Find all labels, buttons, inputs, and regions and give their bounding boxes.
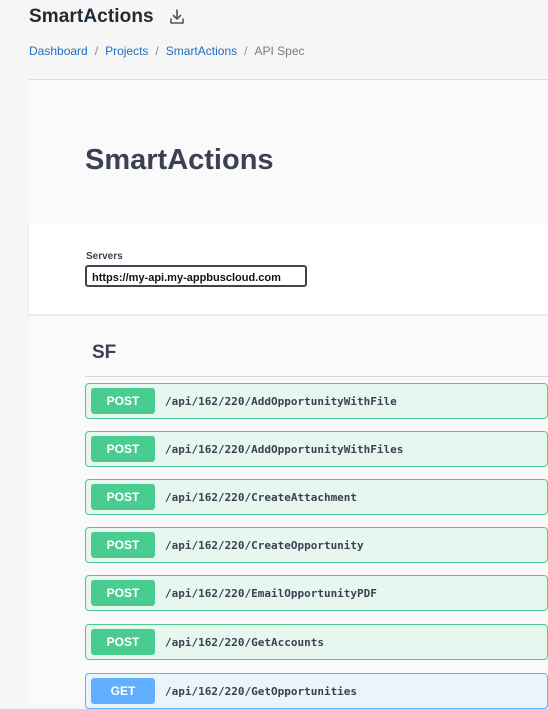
server-select[interactable]: https://my-api.my-appbuscloud.com — [85, 265, 307, 287]
servers-block: Servers https://my-api.my-appbuscloud.co… — [29, 224, 548, 314]
page-title: SmartActions — [29, 6, 154, 27]
operation-path: /api/162/220/AddOpportunityWithFiles — [165, 442, 404, 456]
operation-row[interactable]: GET /api/162/220/GetOpportunities — [85, 673, 548, 709]
operation-row[interactable]: POST /api/162/220/AddOpportunityWithFile… — [85, 431, 548, 467]
breadcrumb-dashboard[interactable]: Dashboard — [29, 44, 88, 58]
method-badge: GET — [91, 678, 155, 704]
breadcrumb: Dashboard / Projects / SmartActions / AP… — [29, 44, 305, 58]
operation-path: /api/162/220/AddOpportunityWithFile — [165, 394, 397, 408]
operation-path: /api/162/220/EmailOpportunityPDF — [165, 586, 377, 600]
operation-path: /api/162/220/CreateAttachment — [165, 490, 358, 504]
tag-divider — [85, 376, 548, 377]
method-badge: POST — [91, 484, 155, 510]
tag-heading[interactable]: SF — [92, 342, 116, 364]
breadcrumb-projects[interactable]: Projects — [105, 44, 148, 58]
servers-label: Servers — [86, 251, 123, 262]
breadcrumb-smartactions[interactable]: SmartActions — [166, 44, 237, 58]
method-badge: POST — [91, 532, 155, 558]
operation-row[interactable]: POST /api/162/220/AddOpportunityWithFile — [85, 383, 548, 419]
operation-row[interactable]: POST /api/162/220/CreateAttachment — [85, 479, 548, 515]
operation-row[interactable]: POST /api/162/220/CreateOpportunity — [85, 527, 548, 563]
api-spec-panel: SmartActions Servers https://my-api.my-a… — [29, 80, 548, 709]
operation-path: /api/162/220/CreateOpportunity — [165, 538, 364, 552]
method-badge: POST — [91, 629, 155, 655]
method-badge: POST — [91, 436, 155, 462]
breadcrumb-current: API Spec — [254, 44, 305, 58]
download-icon[interactable] — [168, 8, 186, 26]
breadcrumb-separator: / — [155, 44, 159, 58]
spec-title: SmartActions — [85, 144, 274, 176]
method-badge: POST — [91, 388, 155, 414]
operation-row[interactable]: POST /api/162/220/EmailOpportunityPDF — [85, 575, 548, 611]
operation-path: /api/162/220/GetAccounts — [165, 635, 324, 649]
method-badge: POST — [91, 580, 155, 606]
operation-path: /api/162/220/GetOpportunities — [165, 684, 358, 698]
breadcrumb-separator: / — [244, 44, 248, 58]
title-row: SmartActions — [29, 6, 186, 28]
page-header: SmartActions Dashboard / Projects / Smar… — [0, 0, 548, 80]
operation-row[interactable]: POST /api/162/220/GetAccounts — [85, 624, 548, 660]
breadcrumb-separator: / — [94, 44, 99, 58]
